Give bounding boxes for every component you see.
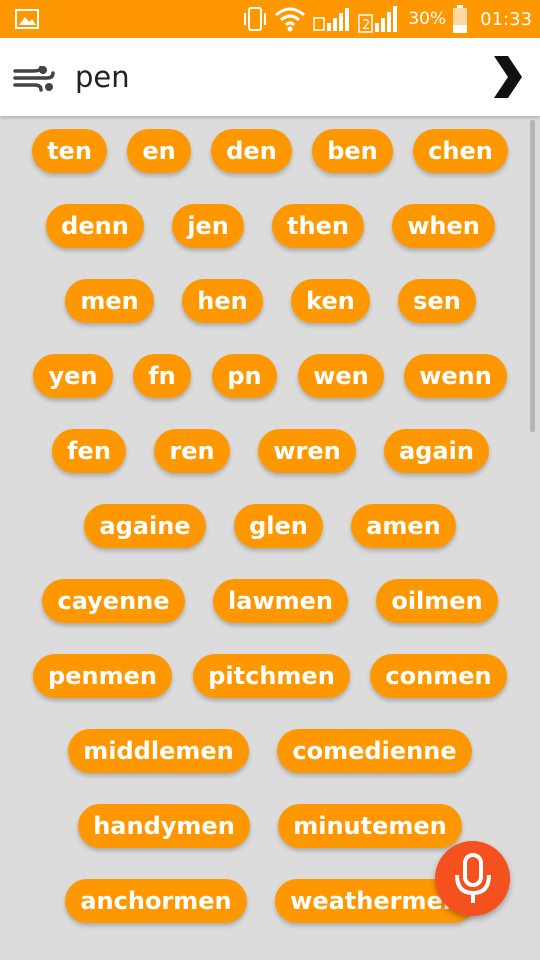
wind-icon[interactable] <box>13 66 55 92</box>
search-bar: pen <box>0 38 540 116</box>
results-row: fen ren wren again <box>0 429 540 477</box>
word-chip[interactable]: oilmen <box>376 579 498 623</box>
word-chip[interactable]: denn <box>46 204 144 248</box>
word-chip[interactable]: fn <box>133 354 191 398</box>
word-chip[interactable]: glen <box>234 504 323 548</box>
word-chip[interactable]: cayenne <box>42 579 185 623</box>
results-row: againe glen amen <box>0 504 540 552</box>
word-chip[interactable]: den <box>211 129 292 173</box>
word-chip[interactable]: conmen <box>370 654 507 698</box>
word-chip[interactable]: when <box>392 204 495 248</box>
battery-percent: 30% <box>408 9 447 29</box>
word-chip[interactable]: ren <box>154 429 230 473</box>
results-list[interactable]: ten en den ben chen denn jen then when men hen ken s… <box>0 129 540 960</box>
word-chip[interactable]: chen <box>413 129 508 173</box>
word-chip[interactable]: then <box>272 204 364 248</box>
results-row: denn jen then when <box>0 204 540 252</box>
word-chip[interactable]: ken <box>291 279 370 323</box>
word-chip[interactable]: amen <box>351 504 456 548</box>
word-chip[interactable]: lawmen <box>213 579 348 623</box>
word-chip[interactable]: ten <box>32 129 107 173</box>
word-chip[interactable]: jen <box>172 204 244 248</box>
mic-button[interactable] <box>435 841 510 916</box>
word-chip[interactable]: handymen <box>78 804 250 848</box>
vibrate-icon <box>244 7 267 31</box>
clock: 01:33 <box>480 8 532 30</box>
results-row: cayenne lawmen oilmen <box>0 579 540 627</box>
word-chip[interactable]: ben <box>312 129 393 173</box>
scrollbar[interactable] <box>530 120 535 432</box>
signal-icon-2: 2 <box>358 6 398 33</box>
signal-icon-1 <box>313 8 350 31</box>
word-chip[interactable]: again <box>384 429 489 473</box>
chevron-right-icon[interactable] <box>488 54 524 100</box>
word-chip[interactable]: hen <box>182 279 263 323</box>
word-chip[interactable]: wen <box>298 354 384 398</box>
results-row: middlemen comedienne <box>0 729 540 777</box>
status-icons: 2 30% 01:33 <box>242 0 532 38</box>
status-bar: 2 30% 01:33 <box>0 0 540 38</box>
word-chip[interactable]: comedienne <box>277 729 472 773</box>
battery-icon <box>453 5 468 33</box>
word-chip[interactable]: yen <box>33 354 113 398</box>
word-chip[interactable]: penmen <box>33 654 172 698</box>
word-chip[interactable]: pitchmen <box>193 654 350 698</box>
word-chip[interactable]: anchormen <box>65 879 247 923</box>
results-row: ten en den ben chen <box>0 129 540 177</box>
word-chip[interactable]: againe <box>84 504 206 548</box>
microphone-icon <box>455 853 491 903</box>
word-chip[interactable]: sen <box>398 279 476 323</box>
word-chip[interactable]: minutemen <box>278 804 462 848</box>
word-chip[interactable]: middlemen <box>68 729 249 773</box>
results-row: yen fn pn wen wenn <box>0 354 540 402</box>
word-chip[interactable]: wenn <box>404 354 507 398</box>
wifi-icon <box>275 7 306 32</box>
word-chip[interactable]: pn <box>212 354 277 398</box>
word-chip[interactable]: wren <box>258 429 356 473</box>
results-row: penmen pitchmen conmen <box>0 654 540 702</box>
word-chip[interactable]: en <box>127 129 191 173</box>
word-chip[interactable]: fen <box>52 429 126 473</box>
word-chip[interactable]: men <box>65 279 154 323</box>
search-input[interactable]: pen <box>75 56 130 98</box>
results-row: men hen ken sen <box>0 279 540 327</box>
image-icon <box>15 9 39 29</box>
svg-text:2: 2 <box>362 18 370 33</box>
